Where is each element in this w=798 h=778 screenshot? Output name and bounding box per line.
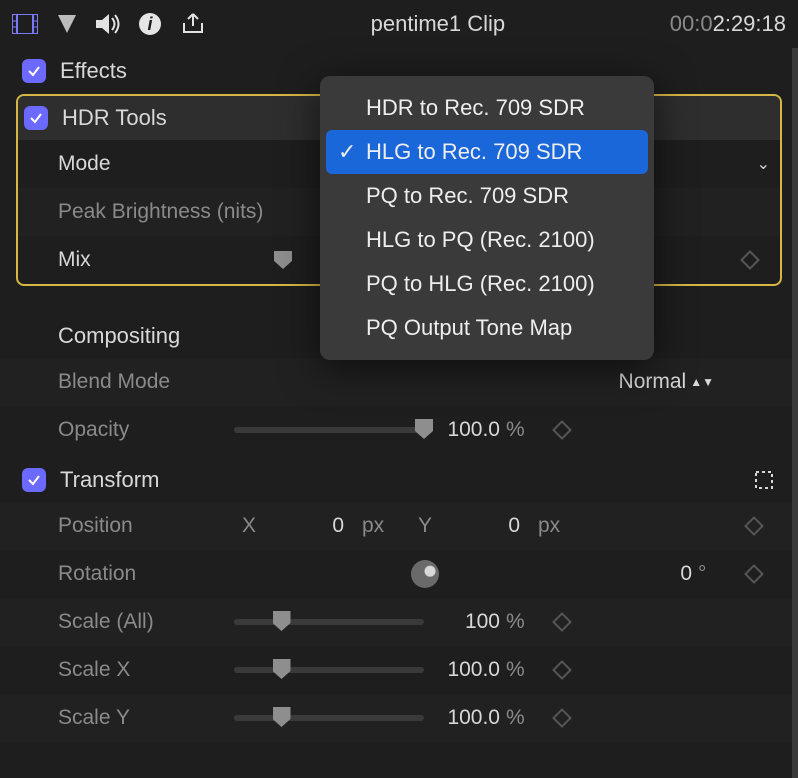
menu-item-hlg-pq[interactable]: HLG to PQ (Rec. 2100) <box>320 218 654 262</box>
scale-y-label: Scale Y <box>58 706 228 730</box>
rotation-label: Rotation <box>58 562 228 586</box>
menu-item-label: PQ Output Tone Map <box>366 315 572 341</box>
rotation-value[interactable]: 0 <box>622 562 692 586</box>
menu-item-hdr-709[interactable]: HDR to Rec. 709 SDR <box>320 86 654 130</box>
timecode-prefix: 00:0 <box>670 11 713 37</box>
audio-tab-icon[interactable] <box>96 13 120 35</box>
inspector-toolbar: i pentime1 Clip 00:02:29:18 <box>0 0 798 48</box>
effects-checkbox[interactable] <box>22 59 46 83</box>
scale-all-slider[interactable] <box>234 619 424 625</box>
scale-y-unit: % <box>506 706 536 730</box>
blend-mode-dropdown[interactable]: Normal ▲▼ <box>619 370 714 394</box>
checkmark-icon: ✓ <box>338 139 356 165</box>
slider-thumb[interactable] <box>273 707 291 727</box>
color-tab-icon[interactable] <box>56 13 78 35</box>
x-label: X <box>234 514 256 538</box>
scale-all-unit: % <box>506 610 536 634</box>
mix-label: Mix <box>58 248 268 272</box>
transform-checkbox[interactable] <box>22 468 46 492</box>
position-label: Position <box>58 514 228 538</box>
timecode[interactable]: 00:02:29:18 <box>670 11 786 37</box>
y-label: Y <box>410 514 432 538</box>
hdr-tools-title: HDR Tools <box>62 105 167 131</box>
transform-title: Transform <box>60 467 159 493</box>
keyframe-icon[interactable] <box>552 660 572 680</box>
toolbar-icon-group: i <box>12 12 206 36</box>
chevron-down-icon: ⌄ <box>757 154 770 174</box>
transform-header[interactable]: Transform <box>0 458 798 502</box>
keyframe-icon[interactable] <box>552 420 572 440</box>
crop-icon[interactable] <box>752 470 776 490</box>
hdr-tools-effect: HDR Tools Mode ⌄ Peak Brightness (nits) … <box>16 94 782 286</box>
scale-all-value[interactable]: 100 <box>430 610 500 634</box>
slider-thumb[interactable] <box>273 611 291 631</box>
slider-thumb[interactable] <box>273 659 291 679</box>
compositing-title: Compositing <box>58 323 180 349</box>
menu-item-label: PQ to HLG (Rec. 2100) <box>366 271 595 297</box>
menu-item-label: PQ to Rec. 709 SDR <box>366 183 569 209</box>
share-tab-icon[interactable] <box>180 12 206 36</box>
timecode-value: 2:29:18 <box>713 11 786 37</box>
effects-title: Effects <box>60 58 127 84</box>
menu-item-label: HLG to PQ (Rec. 2100) <box>366 227 595 253</box>
scale-all-row: Scale (All) 100 % <box>0 598 798 646</box>
menu-item-label: HLG to Rec. 709 SDR <box>366 139 582 165</box>
scrollbar[interactable] <box>792 48 798 778</box>
menu-item-pq-tonemap[interactable]: PQ Output Tone Map <box>320 306 654 350</box>
position-row: Position X 0 px Y 0 px <box>0 502 798 550</box>
position-y-value[interactable]: 0 <box>450 514 520 538</box>
scale-x-value[interactable]: 100.0 <box>430 658 500 682</box>
keyframe-icon[interactable] <box>744 564 764 584</box>
rotation-unit: ° <box>698 562 728 586</box>
opacity-slider[interactable] <box>234 427 424 433</box>
position-x-unit: px <box>362 514 392 538</box>
position-y-unit: px <box>538 514 568 538</box>
scale-x-unit: % <box>506 658 536 682</box>
scale-x-row: Scale X 100.0 % <box>0 646 798 694</box>
rotation-dial[interactable] <box>411 560 439 588</box>
blend-mode-label: Blend Mode <box>58 370 228 394</box>
scale-x-label: Scale X <box>58 658 228 682</box>
menu-item-hlg-709[interactable]: ✓ HLG to Rec. 709 SDR <box>326 130 648 174</box>
transform-section: Transform Position X 0 px Y 0 px Rotatio… <box>0 458 798 742</box>
keyframe-icon[interactable] <box>552 708 572 728</box>
clip-title: pentime1 Clip <box>371 11 506 37</box>
scale-y-slider[interactable] <box>234 715 424 721</box>
info-tab-icon[interactable]: i <box>138 12 162 36</box>
mode-menu: HDR to Rec. 709 SDR ✓ HLG to Rec. 709 SDR… <box>320 76 654 360</box>
menu-item-pq-hlg[interactable]: PQ to HLG (Rec. 2100) <box>320 262 654 306</box>
position-x-value[interactable]: 0 <box>274 514 344 538</box>
scale-y-row: Scale Y 100.0 % <box>0 694 798 742</box>
effects-section: Effects HDR Tools Mode ⌄ Peak Brightness… <box>0 48 798 286</box>
keyframe-icon[interactable] <box>740 250 760 270</box>
scale-all-label: Scale (All) <box>58 610 228 634</box>
mode-label: Mode <box>58 152 268 176</box>
rotation-row: Rotation 0 ° <box>0 550 798 598</box>
peak-brightness-label: Peak Brightness (nits) <box>58 200 268 224</box>
blend-mode-value: Normal <box>619 370 687 394</box>
scale-x-slider[interactable] <box>234 667 424 673</box>
scale-y-value[interactable]: 100.0 <box>430 706 500 730</box>
updown-icon: ▲▼ <box>690 375 714 389</box>
opacity-value[interactable]: 100.0 <box>430 418 500 442</box>
hdr-tools-checkbox[interactable] <box>24 106 48 130</box>
opacity-row: Opacity 100.0 % <box>0 406 798 454</box>
video-tab-icon[interactable] <box>12 14 38 34</box>
menu-item-pq-709[interactable]: PQ to Rec. 709 SDR <box>320 174 654 218</box>
menu-item-label: HDR to Rec. 709 SDR <box>366 95 585 121</box>
opacity-label: Opacity <box>58 418 228 442</box>
mix-slider-thumb[interactable] <box>274 251 292 269</box>
keyframe-icon[interactable] <box>552 612 572 632</box>
opacity-unit: % <box>506 418 536 442</box>
blend-mode-row: Blend Mode Normal ▲▼ <box>0 358 798 406</box>
keyframe-icon[interactable] <box>744 516 764 536</box>
